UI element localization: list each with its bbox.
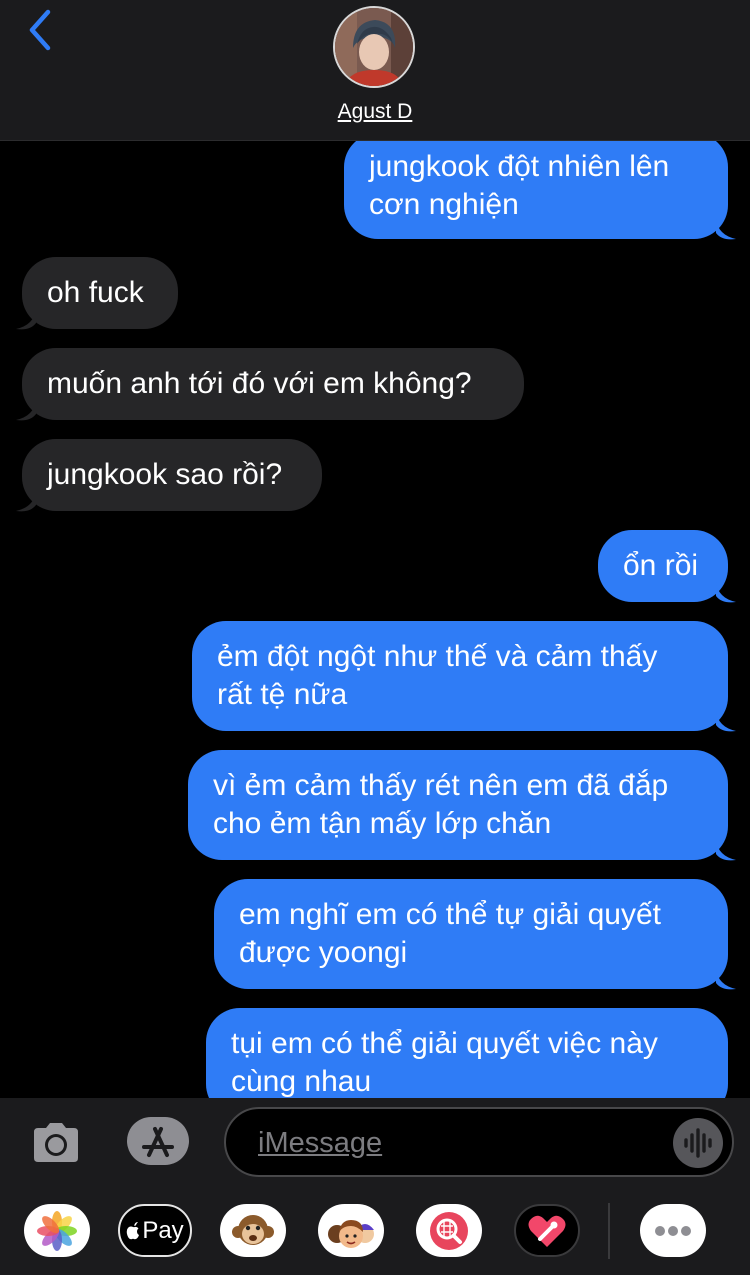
drawer-divider xyxy=(608,1203,610,1259)
audio-message-button[interactable] xyxy=(673,1118,723,1168)
compose-bar xyxy=(0,1098,750,1188)
outgoing-message-bubble[interactable]: ổn rồi xyxy=(598,530,728,602)
contact-avatar[interactable] xyxy=(333,6,415,88)
animoji-app-button[interactable] xyxy=(220,1204,286,1257)
bubble-tail xyxy=(716,219,736,240)
photos-app-button[interactable] xyxy=(24,1204,90,1257)
message-input[interactable] xyxy=(256,1119,660,1167)
incoming-message-bubble[interactable]: oh fuck xyxy=(22,257,178,329)
bubble-tail xyxy=(716,582,736,603)
bubble-tail xyxy=(16,309,36,330)
outgoing-message-bubble[interactable]: vì ẻm cảm thấy rét nên em đã đắp cho ẻm … xyxy=(188,750,728,860)
incoming-message-bubble[interactable]: muốn anh tới đó với em không? xyxy=(22,348,524,420)
camera-icon xyxy=(34,1123,78,1162)
message-input-container[interactable] xyxy=(224,1107,734,1177)
animoji-monkey-icon xyxy=(232,1214,274,1245)
bubble-tail xyxy=(16,400,36,421)
camera-button[interactable] xyxy=(30,1120,82,1164)
apple-pay-app-button[interactable]: Pay xyxy=(118,1204,192,1257)
bubble-tail xyxy=(716,969,736,990)
memoji-app-button[interactable] xyxy=(318,1204,384,1257)
outgoing-message-bubble[interactable]: jungkook đột nhiên lên cơn nghiện xyxy=(344,141,728,239)
contact-name[interactable]: Agust D xyxy=(0,100,750,124)
incoming-message-bubble[interactable]: jungkook sao rồi? xyxy=(22,439,322,511)
digital-touch-icon xyxy=(528,1215,566,1247)
outgoing-message-bubble[interactable]: ẻm đột ngột như thế và cảm thấy rất tệ n… xyxy=(192,621,728,731)
app-drawer: Pay xyxy=(0,1188,750,1275)
memoji-stickers-icon xyxy=(328,1219,374,1248)
more-apps-button[interactable] xyxy=(640,1204,706,1257)
digital-touch-app-button[interactable] xyxy=(514,1204,580,1257)
outgoing-message-bubble[interactable]: em nghĩ em có thể tự giải quyết được yoo… xyxy=(214,879,728,989)
bubble-tail xyxy=(16,491,36,512)
more-apps-icon xyxy=(655,1225,691,1236)
gif-search-app-button[interactable] xyxy=(416,1204,482,1257)
photos-icon xyxy=(37,1210,77,1251)
bubble-tail xyxy=(716,840,736,861)
apple-pay-icon xyxy=(127,1221,140,1239)
conversation-header: Agust D xyxy=(0,0,750,141)
bubble-tail xyxy=(716,711,736,732)
app-store-icon xyxy=(142,1127,174,1157)
message-list[interactable]: jungkook đột nhiên lên cơn nghiện oh fuc… xyxy=(0,141,750,1098)
avatar-photo xyxy=(335,8,413,86)
chevron-left-icon xyxy=(29,9,51,51)
gif-search-icon xyxy=(430,1211,468,1250)
apple-pay-label: Pay xyxy=(142,1216,184,1244)
back-button[interactable] xyxy=(22,8,62,52)
waveform-icon xyxy=(684,1128,712,1158)
app-store-button[interactable] xyxy=(127,1117,189,1165)
outgoing-message-bubble[interactable]: tụi em có thể giải quyết việc này cùng n… xyxy=(206,1008,728,1098)
